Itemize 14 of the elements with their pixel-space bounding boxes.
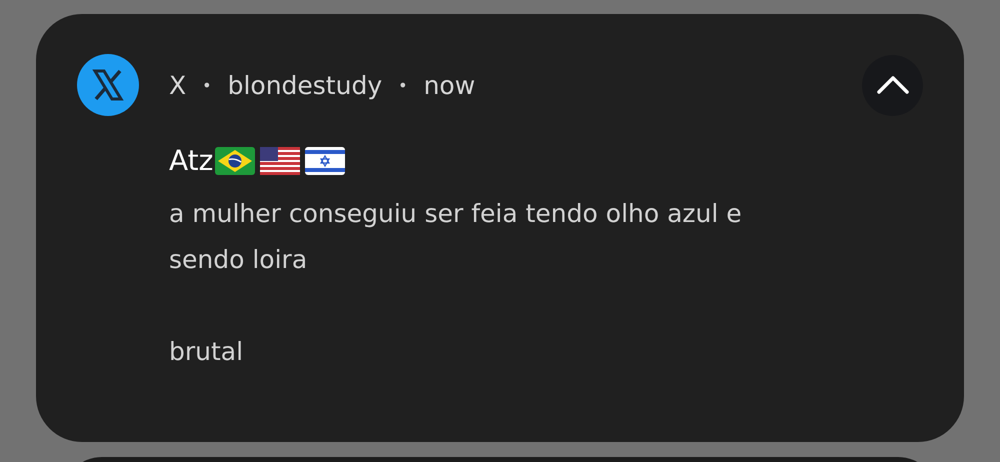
usa-flag-icon xyxy=(260,146,300,174)
sender-name: Atz xyxy=(169,144,214,177)
chevron-icon xyxy=(876,75,910,95)
notification-card[interactable]: X • blondestudy • now Atz a mulher conseguiu ser feia tendo olho azul e sendo loira brutal xyxy=(36,14,964,442)
separator-dot: • xyxy=(202,76,212,94)
timestamp: now xyxy=(424,70,476,100)
app-logo-icon xyxy=(77,54,139,116)
message-text: a mulher conseguiu ser feia tendo olho azul e sendo loira xyxy=(169,198,743,276)
separator-dot: • xyxy=(398,76,408,94)
brazil-flag-icon xyxy=(215,146,256,174)
app-name: X xyxy=(169,70,186,100)
account-name: blondestudy xyxy=(228,70,382,100)
message-text: brutal xyxy=(169,336,244,368)
israel-flag-icon xyxy=(305,146,346,174)
